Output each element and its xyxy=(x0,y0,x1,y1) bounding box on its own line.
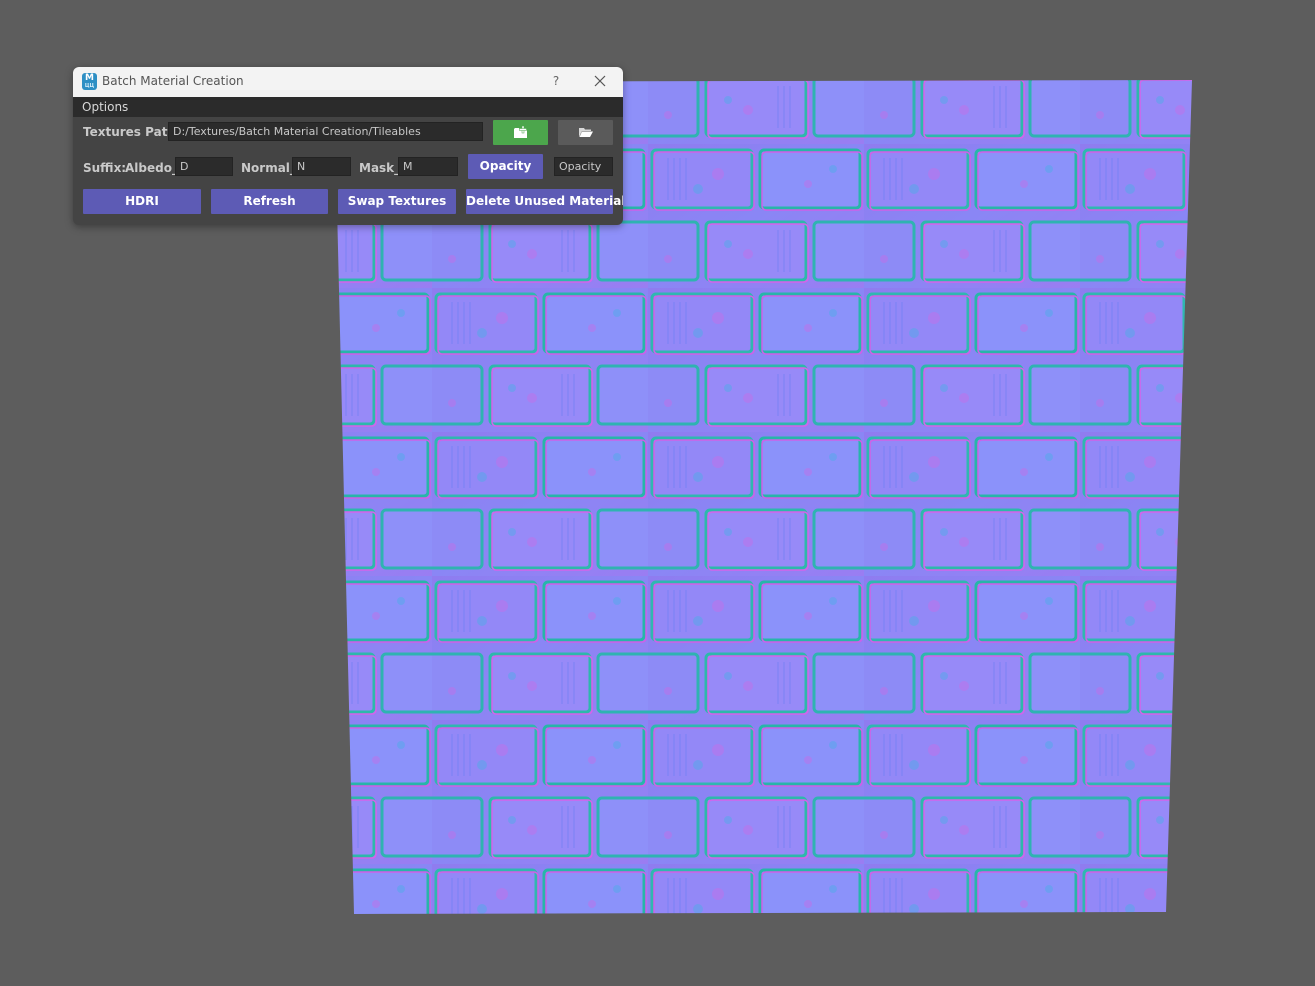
title-bar[interactable]: M ЦЦ Batch Material Creation ? xyxy=(73,67,623,97)
mask-suffix-field[interactable]: M xyxy=(398,157,458,176)
menu-options[interactable]: Options xyxy=(82,100,128,114)
textures-path-field[interactable]: D:/Textures/Batch Material Creation/Tile… xyxy=(168,122,483,141)
normal-label: Normal_ xyxy=(241,161,296,175)
mask-label: Mask_ xyxy=(359,161,401,175)
hdri-button[interactable]: HDRI xyxy=(83,189,201,214)
normal-suffix-field[interactable]: N xyxy=(292,157,351,176)
textures-path-label: Textures Path: xyxy=(83,125,181,139)
folder-add-icon xyxy=(513,126,527,138)
albedo-suffix-field[interactable]: D xyxy=(175,157,233,176)
delete-unused-materials-button[interactable]: Delete Unused Materials xyxy=(466,189,623,214)
app-icon-sub: ЦЦ xyxy=(84,83,95,89)
folder-open-icon xyxy=(578,128,593,137)
app-icon-letter: M xyxy=(85,73,94,83)
opacity-button[interactable]: Opacity xyxy=(468,154,543,179)
batch-material-dialog: M ЦЦ Batch Material Creation ? Options T… xyxy=(73,67,623,225)
add-folder-button[interactable] xyxy=(493,120,548,145)
suffix-label: Suffix: xyxy=(83,161,127,175)
help-button[interactable]: ? xyxy=(549,73,563,89)
close-button[interactable] xyxy=(592,73,608,89)
maya-app-icon: M ЦЦ xyxy=(82,73,97,90)
opacity-suffix-field[interactable]: Opacity xyxy=(554,157,613,176)
browse-folder-button[interactable] xyxy=(558,120,613,145)
window-title: Batch Material Creation xyxy=(102,74,244,88)
refresh-button[interactable]: Refresh xyxy=(211,189,328,214)
swap-textures-button[interactable]: Swap Textures xyxy=(338,189,456,214)
close-icon xyxy=(594,75,606,87)
menu-bar: Options xyxy=(73,97,623,117)
albedo-label: Albedo_ xyxy=(125,161,178,175)
